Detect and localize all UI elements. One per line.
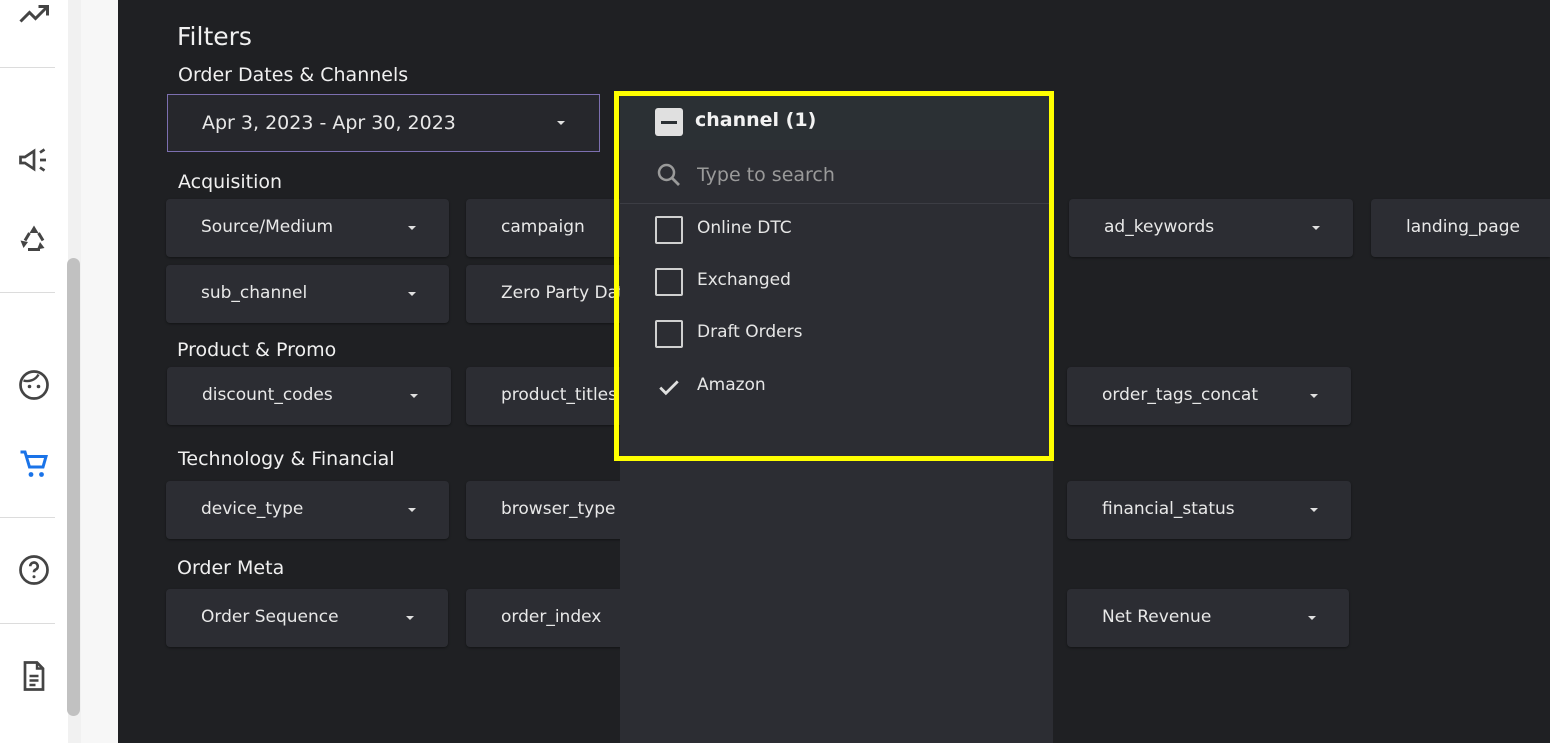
option-online-dtc[interactable]: Online DTC — [620, 203, 1053, 255]
help-icon[interactable] — [14, 550, 54, 590]
filter-discount-codes[interactable]: discount_codes — [167, 367, 451, 425]
filter-landing-page[interactable]: landing_page — [1371, 199, 1550, 257]
section-order-dates: Order Dates & Channels — [178, 64, 409, 86]
filter-label: device_type — [201, 499, 304, 519]
option-label: Online DTC — [697, 218, 792, 238]
sidebar-divider — [0, 292, 55, 293]
filter-label: Zero Party Dat — [501, 283, 625, 303]
filter-label: browser_type — [501, 499, 616, 519]
filter-label: order_index — [501, 607, 602, 627]
filter-label: Net Revenue — [1102, 607, 1212, 627]
option-label: Draft Orders — [697, 322, 803, 342]
filter-device-type[interactable]: device_type — [166, 481, 449, 539]
section-technology-financial: Technology & Financial — [178, 448, 395, 470]
checkbox[interactable] — [655, 320, 683, 348]
filter-browser-type[interactable]: browser_type — [466, 481, 626, 539]
dropdown-header — [620, 94, 1053, 150]
filter-source-medium[interactable]: Source/Medium — [166, 199, 449, 257]
filter-label: discount_codes — [202, 385, 333, 405]
option-exchanged[interactable]: Exchanged — [620, 255, 1053, 307]
sidebar-divider — [0, 623, 55, 624]
sidebar-divider — [0, 67, 55, 68]
trending-up-icon[interactable] — [14, 0, 54, 34]
face-icon[interactable] — [14, 365, 54, 405]
filter-zero-party-data[interactable]: Zero Party Dat — [466, 265, 626, 323]
chevron-down-icon — [1312, 226, 1320, 230]
date-range-value: Apr 3, 2023 - Apr 30, 2023 — [202, 112, 456, 134]
filter-product-titles[interactable]: product_titles — [466, 367, 626, 425]
chevron-down-icon — [1310, 394, 1318, 398]
filter-label: order_tags_concat — [1102, 385, 1259, 405]
filter-sub-channel[interactable]: sub_channel — [166, 265, 449, 323]
sidebar-divider — [0, 517, 55, 518]
chevron-down-icon — [1308, 616, 1316, 620]
sidebar-nav — [0, 0, 68, 743]
chevron-down-icon — [408, 292, 416, 296]
date-range-picker[interactable]: Apr 3, 2023 - Apr 30, 2023 — [167, 94, 600, 152]
search-input[interactable] — [697, 161, 1027, 189]
content-gutter — [81, 0, 118, 743]
section-order-meta: Order Meta — [177, 557, 285, 579]
filter-order-tags-concat[interactable]: order_tags_concat — [1067, 367, 1351, 425]
option-amazon[interactable]: Amazon — [620, 360, 1053, 412]
filter-financial-status[interactable]: financial_status — [1067, 481, 1351, 539]
checkmark-icon[interactable] — [654, 372, 684, 402]
document-icon[interactable] — [14, 656, 54, 696]
chevron-down-icon — [408, 508, 416, 512]
chevron-down-icon — [410, 394, 418, 398]
section-product-promo: Product & Promo — [177, 339, 337, 361]
select-all-checkbox[interactable] — [655, 108, 683, 136]
dropdown-title: channel (1) — [695, 109, 817, 131]
cart-icon[interactable] — [14, 444, 54, 484]
filter-campaign[interactable]: campaign — [466, 199, 626, 257]
scrollbar-thumb[interactable] — [67, 258, 80, 716]
megaphone-icon[interactable] — [14, 140, 54, 180]
filter-label: sub_channel — [201, 283, 308, 303]
filter-label: campaign — [501, 217, 585, 237]
option-draft-orders[interactable]: Draft Orders — [620, 307, 1053, 359]
chevron-down-icon — [1310, 508, 1318, 512]
option-label: Amazon — [697, 375, 766, 395]
section-acquisition: Acquisition — [178, 171, 283, 193]
search-icon — [657, 163, 680, 186]
filter-order-sequence[interactable]: Order Sequence — [166, 589, 448, 647]
chevron-down-icon — [408, 226, 416, 230]
recycle-icon[interactable] — [14, 219, 54, 259]
page-title: Filters — [177, 22, 252, 51]
chevron-down-icon — [406, 616, 414, 620]
filter-net-revenue[interactable]: Net Revenue — [1067, 589, 1349, 647]
filter-label: Source/Medium — [201, 217, 334, 237]
filter-ad-keywords[interactable]: ad_keywords — [1069, 199, 1353, 257]
option-label: Exchanged — [697, 270, 791, 290]
filter-label: ad_keywords — [1104, 217, 1215, 237]
checkbox[interactable] — [655, 216, 683, 244]
checkbox[interactable] — [655, 268, 683, 296]
chevron-down-icon — [557, 121, 565, 125]
filter-label: landing_page — [1406, 217, 1520, 237]
filter-label: product_titles — [501, 385, 617, 405]
filter-order-index[interactable]: order_index — [466, 589, 626, 647]
filter-label: financial_status — [1102, 499, 1235, 519]
filter-label: Order Sequence — [201, 607, 339, 627]
